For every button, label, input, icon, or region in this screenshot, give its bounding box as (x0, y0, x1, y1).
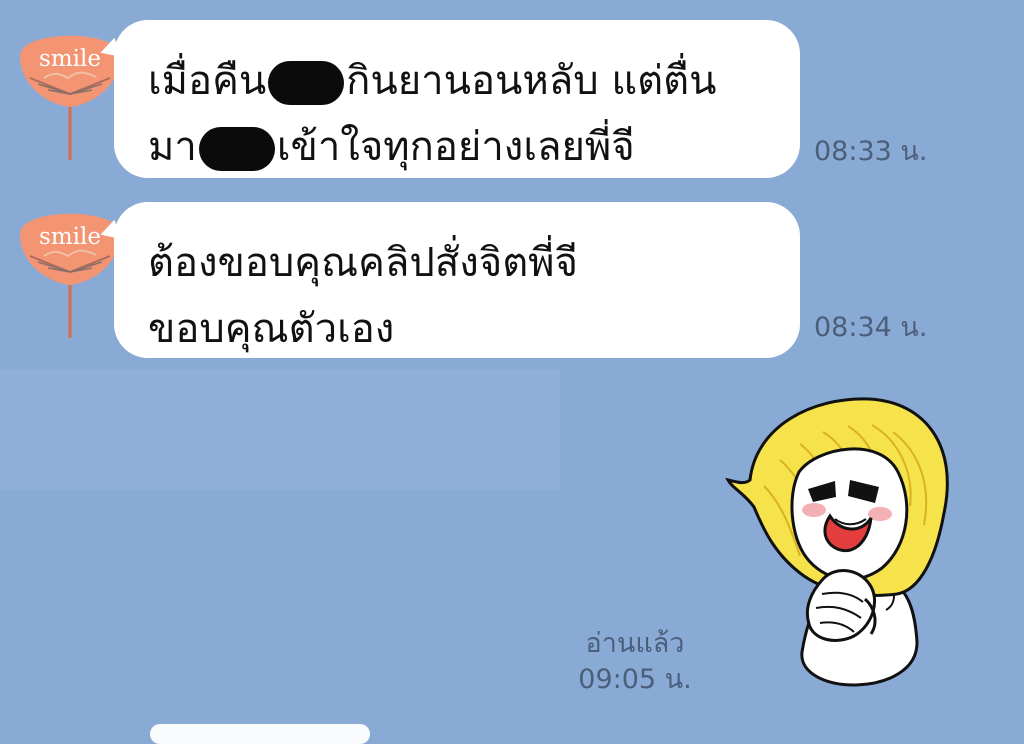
avatar[interactable]: smile (10, 14, 130, 164)
fan-icon: smile (20, 213, 120, 338)
fan-icon: smile (20, 35, 120, 160)
message-time: 08:33 น. (814, 136, 928, 167)
message-line: ขอบคุณตัวเอง (148, 306, 395, 352)
message-text: กินยานอนหลับ แต่ตื่น (346, 58, 717, 104)
avatar-text: smile (39, 224, 101, 250)
avatar[interactable]: smile (10, 192, 130, 342)
sent-sticker[interactable] (722, 392, 972, 702)
redaction-mark (268, 61, 345, 105)
message-text: มา (148, 124, 197, 170)
redaction-mark (198, 127, 275, 171)
praying-blonde-girl-sticker-icon (725, 397, 949, 687)
message-row: smile ต้องขอบคุณคลิปสั่งจิตพี่จี ขอบคุณต… (0, 190, 1024, 360)
message-row: smile เมื่อคืน กินยานอนหลับ แต่ตื่น มา เข้… (0, 12, 1024, 182)
message-text: เข้าใจทุกอย่างเลยพี่จี (276, 124, 635, 170)
message-text: เมื่อคืน (148, 58, 267, 104)
message-line: มา เข้าใจทุกอย่างเลยพี่จี (148, 114, 764, 180)
sent-time: 09:05 น. (578, 664, 692, 695)
message-time: 08:34 น. (814, 312, 928, 343)
chat-area: smile เมื่อคืน กินยานอนหลับ แต่ตื่น มา เข้… (0, 0, 1024, 744)
partial-next-bubble (150, 724, 370, 744)
read-receipt: อ่านแล้ว (585, 628, 685, 659)
message-bubble[interactable]: เมื่อคืน กินยานอนหลับ แต่ตื่น มา เข้าใจทุก… (114, 20, 800, 178)
message-line: เมื่อคืน กินยานอนหลับ แต่ตื่น (148, 48, 764, 114)
message-bubble[interactable]: ต้องขอบคุณคลิปสั่งจิตพี่จี ขอบคุณตัวเอง (114, 202, 800, 358)
message-line: ต้องขอบคุณคลิปสั่งจิตพี่จี (148, 240, 578, 286)
faint-background-overlay (0, 369, 560, 489)
avatar-text: smile (39, 46, 101, 72)
sent-meta: อ่านแล้ว 09:05 น. (575, 626, 695, 698)
